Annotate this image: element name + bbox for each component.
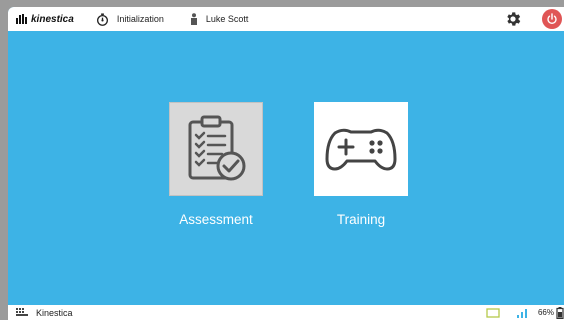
status-tray: 66% — [486, 305, 564, 320]
gear-icon[interactable] — [504, 10, 522, 28]
user-info[interactable]: Luke Scott — [190, 13, 249, 25]
app-logo: kinestica — [16, 14, 74, 25]
logo-bars-icon — [16, 14, 27, 24]
app-screen: kinestica Initialization Luke Scott Asse… — [8, 7, 564, 320]
device-frame: kinestica Initialization Luke Scott Asse… — [0, 0, 564, 320]
session-label: Initialization — [116, 14, 164, 24]
timer-icon — [96, 12, 108, 26]
grid-building-icon — [16, 307, 28, 316]
power-button[interactable] — [542, 9, 562, 29]
assessment-label[interactable]: Assessment — [156, 212, 276, 227]
signal-icon — [516, 308, 527, 318]
gamepad-icon — [325, 128, 397, 171]
training-tile[interactable] — [314, 102, 408, 196]
bottom-app-label: Kinestica — [36, 307, 73, 318]
top-bar: kinestica Initialization Luke Scott — [8, 7, 564, 31]
topbar-actions — [504, 7, 562, 31]
power-icon — [547, 13, 557, 25]
bottom-bar: Kinestica 66% — [8, 305, 564, 320]
logo-text: kinestica — [31, 13, 74, 25]
assessment-tile[interactable] — [169, 102, 263, 196]
battery-level-text: 66% — [537, 308, 554, 317]
training-label[interactable]: Training — [301, 212, 421, 227]
session-status: Initialization — [96, 12, 164, 26]
screen-icon — [486, 307, 500, 318]
user-name: Luke Scott — [205, 14, 249, 24]
battery-icon — [556, 306, 564, 319]
clipboard-check-icon — [188, 115, 246, 181]
person-icon — [190, 13, 197, 25]
bottom-app-info: Kinestica — [16, 307, 73, 318]
